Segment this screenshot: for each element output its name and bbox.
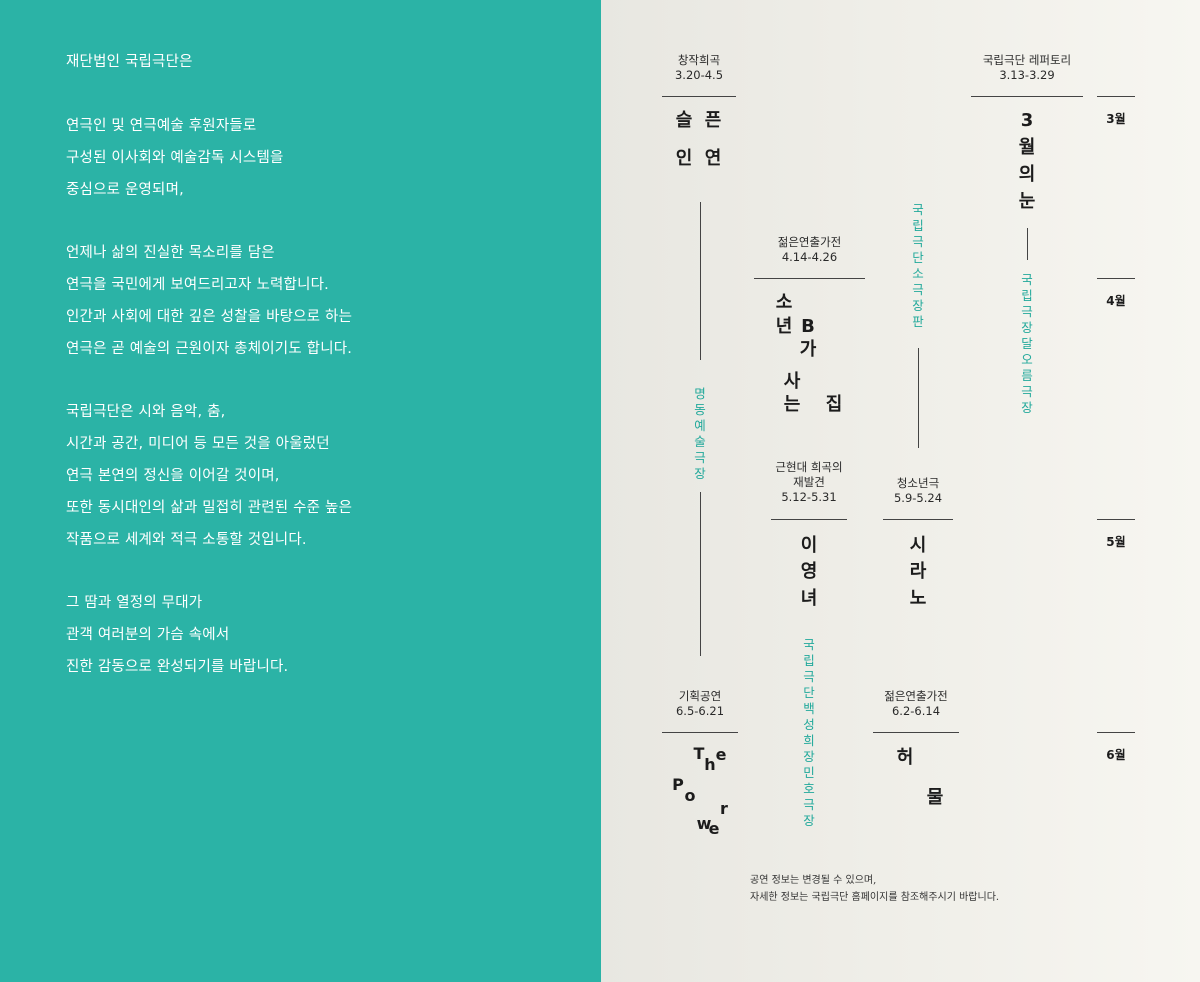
title-char: 픈 (704, 110, 722, 131)
title-char: 영 (800, 561, 818, 582)
intro-line: 연극을 국민에게 보여드리고자 노력합니다. (66, 277, 329, 293)
title-char: 소 (775, 292, 793, 313)
show-divider (662, 732, 738, 733)
month-label-june: 6월 (1106, 748, 1126, 762)
show-category: 근현대 희곡의 (775, 460, 843, 474)
venue-line (700, 492, 701, 656)
show-divider (771, 519, 847, 520)
show-meta-cyrano: 청소년극 5.9-5.24 (883, 476, 953, 506)
title-char: o (684, 786, 696, 805)
show-dates: 6.2-6.14 (891, 704, 941, 718)
title-char: 연 (704, 148, 722, 169)
intro-line: 연극은 곧 예술의 근원이자 총체이기도 합니다. (66, 341, 353, 357)
title-char: 는 (783, 394, 801, 415)
show-dates: 5.9-5.24 (893, 491, 943, 505)
title-char: 의 (1018, 164, 1036, 185)
intro-line: 인간과 사회에 대한 깊은 성찰을 바탕으로 하는 (66, 309, 353, 325)
show-divider (754, 278, 865, 279)
title-char: 이 (800, 535, 818, 556)
title-char: 물 (926, 787, 944, 808)
show-category: 국립극단 레퍼토리 (982, 53, 1072, 67)
show-meta-seulpeun: 창작희곡 3.20-4.5 (662, 53, 736, 83)
title-char: r (720, 799, 728, 818)
venue-line (700, 202, 701, 360)
title-char: 시 (909, 535, 927, 556)
title-char: e (715, 745, 727, 764)
title-char: 라 (909, 561, 927, 582)
intro-line: 국립극단은 시와 음악, 춤, (66, 404, 226, 420)
intro-line: 연극 본연의 정신을 이어갈 것이며, (66, 468, 280, 484)
month-divider (1097, 96, 1135, 97)
venue-line (918, 348, 919, 448)
title-char: 년 (775, 316, 793, 337)
show-meta-lee-youngnyeo: 근현대 희곡의 재발견 5.12-5.31 (771, 460, 847, 505)
show-dates: 4.14-4.26 (781, 250, 838, 264)
show-dates: 6.5-6.21 (675, 704, 725, 718)
title-char: 녀 (800, 588, 818, 609)
show-divider (662, 96, 736, 97)
show-category: 재발견 (793, 475, 825, 489)
footnote-line: 자세한 정보는 국립극단 홈페이지를 참조해주시기 바랍니다. (750, 892, 1000, 903)
show-category: 청소년극 (896, 476, 940, 490)
venue-label-sogukjang: 국립극단 소극장 판 (912, 202, 924, 329)
title-char: 집 (825, 394, 843, 415)
show-meta-the-power: 기획공연 6.5-6.21 (662, 689, 738, 719)
footnote: 공연 정보는 변경될 수 있으며, 자세한 정보는 국립극단 홈페이지를 참조해… (750, 872, 999, 906)
show-dates: 5.12-5.31 (781, 490, 837, 504)
intro-line: 구성된 이사회와 예술감독 시스템을 (66, 150, 284, 166)
show-dates: 3.20-4.5 (674, 68, 724, 82)
intro-line: 연극인 및 연극예술 후원자들로 (66, 118, 257, 134)
footnote-line: 공연 정보는 변경될 수 있으며, (750, 875, 877, 886)
title-char: 눈 (1018, 191, 1036, 212)
show-category: 젊은연출가전 (777, 235, 842, 249)
title-char: 허 (896, 747, 914, 768)
title-char: 인 (675, 148, 693, 169)
intro-line: 작품으로 세계와 적극 소통할 것입니다. (66, 532, 307, 548)
month-label-may: 5월 (1106, 535, 1126, 549)
venue-line (1027, 228, 1028, 260)
title-char: 3 (1020, 110, 1034, 131)
month-label-april: 4월 (1106, 294, 1126, 308)
title-char: B (801, 316, 815, 337)
show-divider (883, 519, 953, 520)
show-dates: 3.13-3.29 (999, 68, 1055, 82)
show-divider (873, 732, 959, 733)
intro-line: 관객 여러분의 가슴 속에서 (66, 627, 230, 643)
title-char: 사 (783, 371, 801, 392)
intro-line: 그 땀과 열정의 무대가 (66, 595, 203, 611)
intro-line: 또한 동시대인의 삶과 밀접히 관련된 수준 높은 (66, 500, 353, 516)
month-label-march: 3월 (1106, 112, 1126, 126)
venue-label-myeongdong: 명동예술극장 (694, 386, 706, 481)
title-char: e (708, 819, 720, 838)
intro-panel: 재단법인 국립극단은 연극인 및 연극예술 후원자들로 구성된 이사회와 예술감… (0, 0, 601, 982)
intro-line: 재단법인 국립극단은 (66, 54, 193, 70)
intro-line: 진한 감동으로 완성되기를 바랍니다. (66, 659, 289, 675)
show-category: 젊은연출가전 (884, 689, 948, 703)
show-divider (971, 96, 1083, 97)
show-meta-march-eyes: 국립극단 레퍼토리 3.13-3.29 (971, 53, 1083, 83)
month-divider (1097, 278, 1135, 279)
venue-label-dareoreum: 국립극장 달오름극장 (1021, 272, 1033, 415)
show-category: 기획공연 (678, 689, 722, 703)
venue-label-baekseonghui: 국립극단 백성희장민호극장 (803, 637, 815, 828)
title-char: 가 (799, 339, 817, 360)
title-char: 월 (1018, 137, 1036, 158)
intro-line: 중심으로 운영되며, (66, 182, 184, 198)
intro-line: 언제나 삶의 진실한 목소리를 담은 (66, 245, 275, 261)
show-category: 창작희곡 (677, 53, 721, 67)
month-divider (1097, 519, 1135, 520)
intro-line: 시간과 공간, 미디어 등 모든 것을 아울렀던 (66, 436, 330, 452)
month-divider (1097, 732, 1135, 733)
title-char: 슬 (675, 110, 693, 131)
show-meta-heomul: 젊은연출가전 6.2-6.14 (873, 689, 959, 719)
show-meta-boy-b: 젊은연출가전 4.14-4.26 (754, 235, 865, 265)
title-char: 노 (909, 588, 927, 609)
